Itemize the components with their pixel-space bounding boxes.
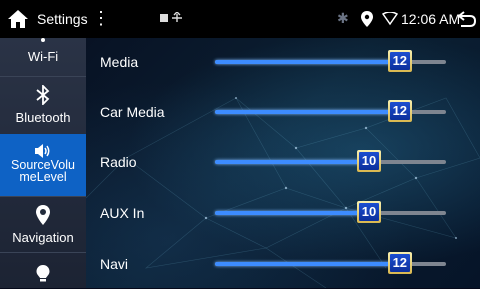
sidebar: Wi-Fi Bluetooth SourceVolu meLevel Naviga… xyxy=(0,38,86,288)
sidebar-item-source-volume-level[interactable]: SourceVolu meLevel xyxy=(0,134,86,196)
sidebar-item-label: Wi-Fi xyxy=(27,49,59,64)
status-bar: Settings ⋮ ✱ 12:06 AM xyxy=(0,0,480,38)
sidebar-item-label: Bluetooth xyxy=(15,110,71,125)
lightbulb-icon xyxy=(36,265,50,282)
volume-slider-navi[interactable]: 12 xyxy=(215,252,446,274)
volume-row-media: Media 12 xyxy=(86,38,480,88)
volume-row-label: AUX In xyxy=(100,205,145,221)
slider-value: 10 xyxy=(358,203,379,221)
bluetooth-icon xyxy=(36,85,50,105)
volume-row-label: Media xyxy=(100,54,139,70)
more-vert-icon[interactable]: ⋮ xyxy=(92,9,110,27)
bluetooth-icon: ✱ xyxy=(337,10,349,26)
slider-knob[interactable]: 10 xyxy=(356,201,381,223)
volume-slider-radio[interactable]: 10 xyxy=(215,150,446,172)
volume-panel: Media 12 Car Media 12 Radio 10 AUX In 10 Navi 12 xyxy=(86,38,480,288)
sidebar-item-wifi[interactable]: Wi-Fi xyxy=(0,38,86,76)
clock: 12:06 AM xyxy=(401,11,461,27)
volume-slider-car-media[interactable]: 12 xyxy=(215,100,446,122)
volume-row-label: Radio xyxy=(100,154,137,170)
label-line-2: meLevel xyxy=(19,170,67,184)
status-title: Settings xyxy=(37,11,88,27)
sidebar-item-lightbulb[interactable] xyxy=(0,252,86,289)
home-icon[interactable] xyxy=(6,7,30,31)
slider-value: 12 xyxy=(389,254,410,272)
sidebar-item-bluetooth[interactable]: Bluetooth xyxy=(0,76,86,135)
sidebar-item-label: SourceVolu meLevel xyxy=(0,159,86,184)
slider-knob[interactable]: 12 xyxy=(387,100,412,122)
wifi-icon xyxy=(41,38,45,42)
volume-row-radio: Radio 10 xyxy=(86,138,480,188)
slider-fill xyxy=(215,160,369,164)
slider-fill xyxy=(215,110,400,114)
volume-slider-media[interactable]: 12 xyxy=(215,50,446,72)
volume-row-navi: Navi 12 xyxy=(86,240,480,288)
slider-value: 12 xyxy=(389,52,410,70)
usb-icon xyxy=(160,12,182,22)
volume-row-label: Car Media xyxy=(100,104,165,120)
slider-knob[interactable]: 12 xyxy=(387,50,412,72)
volume-row-label: Navi xyxy=(100,256,129,272)
slider-fill xyxy=(215,262,400,266)
slider-fill xyxy=(215,60,400,64)
location-pin-icon xyxy=(36,205,50,225)
slider-fill xyxy=(215,211,369,215)
sidebar-item-label: Navigation xyxy=(12,230,74,245)
volume-row-aux-in: AUX In 10 xyxy=(86,189,480,239)
location-icon xyxy=(361,11,373,27)
wifi-icon xyxy=(382,12,398,26)
slider-knob[interactable]: 10 xyxy=(356,150,381,172)
speaker-icon xyxy=(35,144,50,158)
sidebar-item-navigation[interactable]: Navigation xyxy=(0,196,86,253)
slider-value: 10 xyxy=(358,152,379,170)
back-icon[interactable] xyxy=(458,10,476,28)
volume-slider-aux-in[interactable]: 10 xyxy=(215,201,446,223)
volume-row-car-media: Car Media 12 xyxy=(86,88,480,138)
slider-value: 12 xyxy=(389,102,410,120)
slider-knob[interactable]: 12 xyxy=(387,252,412,274)
